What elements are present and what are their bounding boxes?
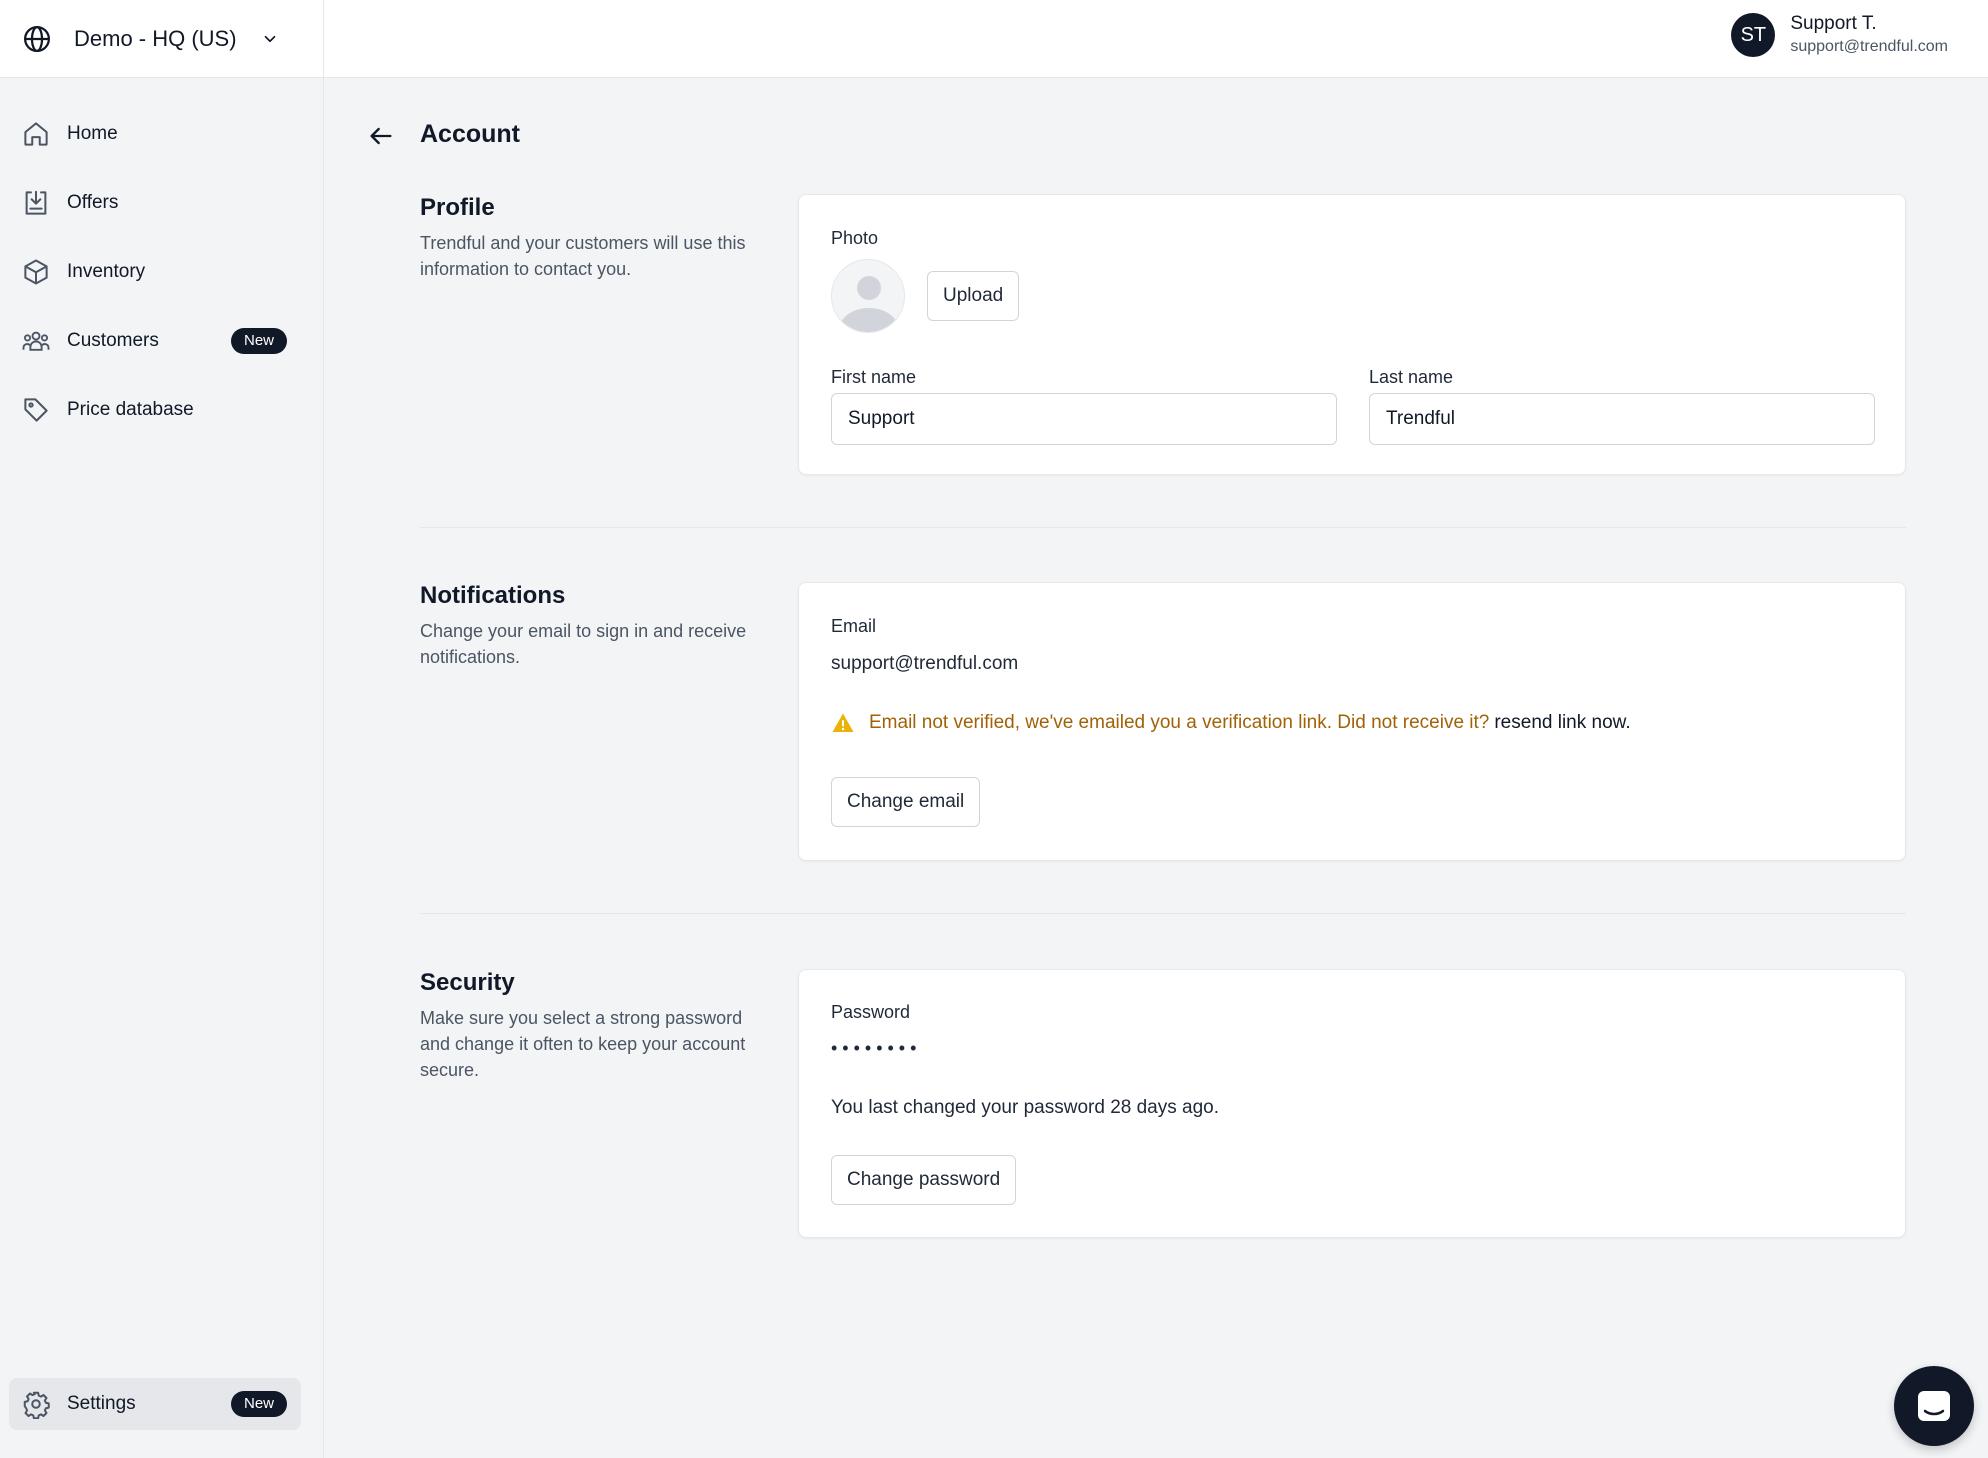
- new-badge: New: [230, 1391, 287, 1417]
- last-name-label: Last name: [1369, 367, 1454, 387]
- users-icon: [22, 331, 50, 351]
- user-menu[interactable]: ST Support T. support@trendful.com: [1731, 12, 1948, 58]
- user-silhouette-icon: [839, 276, 899, 332]
- chat-launcher-button[interactable]: [1894, 1366, 1974, 1446]
- store-switcher[interactable]: Demo - HQ (US): [0, 0, 323, 78]
- chat-icon: [1918, 1391, 1950, 1421]
- sidebar-item-price-database[interactable]: Price database: [9, 384, 301, 436]
- sidebar-item-label: Customers: [67, 330, 159, 351]
- email-label: Email: [831, 616, 877, 636]
- section-title: Notifications: [420, 582, 566, 609]
- section-divider: [420, 913, 1906, 914]
- resend-link[interactable]: resend link now.: [1494, 712, 1630, 734]
- notifications-card: Email support@trendful.com Email not ver…: [798, 582, 1906, 861]
- warning-icon: [832, 713, 854, 732]
- email-unverified-warning: Email not verified, we've emailed you a …: [831, 711, 1631, 735]
- new-badge: New: [230, 328, 287, 354]
- password-mask: ••••••••: [831, 1038, 922, 1058]
- main-content: Account Profile Trendful and your custom…: [324, 78, 1988, 1458]
- sidebar: Demo - HQ (US) Home Offers Inventory Cus…: [0, 0, 324, 1458]
- tag-icon: [24, 398, 48, 422]
- sidebar-item-inventory[interactable]: Inventory: [9, 246, 301, 298]
- security-card: Password •••••••• You last changed your …: [798, 969, 1906, 1238]
- sidebar-item-customers[interactable]: Customers New: [9, 315, 301, 367]
- section-description: Make sure you select a strong password a…: [420, 1008, 746, 1080]
- top-bar: ST Support T. support@trendful.com: [324, 0, 1988, 78]
- store-name: Demo - HQ (US): [74, 25, 237, 51]
- sidebar-item-label: Home: [67, 123, 118, 144]
- notifications-section-header: Notifications Change your email to sign …: [420, 582, 760, 670]
- globe-icon: [24, 25, 50, 52]
- first-name-input[interactable]: [831, 393, 1337, 445]
- user-email: support@trendful.com: [1790, 38, 1948, 55]
- back-arrow-icon[interactable]: [367, 122, 395, 150]
- profile-card: Photo Upload First name Last name: [798, 194, 1906, 475]
- avatar: ST: [1731, 13, 1776, 57]
- user-name: Support T.: [1790, 13, 1877, 34]
- password-label: Password: [831, 1002, 911, 1022]
- gear-icon: [23, 1391, 50, 1419]
- sidebar-item-label: Offers: [67, 192, 119, 213]
- change-email-button[interactable]: Change email: [831, 777, 981, 827]
- photo-label: Photo: [831, 228, 879, 248]
- app-root: Demo - HQ (US) Home Offers Inventory Cus…: [0, 0, 1988, 1458]
- page-title: Account: [420, 120, 520, 148]
- section-title: Security: [420, 969, 515, 996]
- section-description: Trendful and your customers will use thi…: [420, 233, 746, 279]
- home-icon: [24, 122, 48, 146]
- warning-text: Email not verified, we've emailed you a …: [869, 712, 1490, 733]
- sidebar-item-offers[interactable]: Offers: [9, 177, 301, 229]
- offers-icon: [25, 190, 47, 215]
- password-last-changed: You last changed your password 28 days a…: [831, 1097, 1220, 1118]
- sidebar-item-home[interactable]: Home: [9, 108, 301, 160]
- section-title: Profile: [420, 194, 495, 221]
- sidebar-item-label: Settings: [67, 1393, 136, 1414]
- change-password-button[interactable]: Change password: [831, 1155, 1017, 1205]
- sidebar-item-settings[interactable]: Settings New: [9, 1378, 301, 1430]
- profile-section-header: Profile Trendful and your customers will…: [420, 194, 760, 282]
- sidebar-item-label: Inventory: [67, 261, 146, 282]
- user-info: Support T. support@trendful.com: [1790, 12, 1948, 58]
- box-icon: [24, 259, 48, 285]
- security-section-header: Security Make sure you select a strong p…: [420, 969, 760, 1083]
- section-description: Change your email to sign in and receive…: [420, 621, 747, 667]
- last-name-input[interactable]: [1369, 393, 1875, 445]
- first-name-label: First name: [831, 367, 917, 387]
- chevron-down-icon: [264, 35, 275, 42]
- section-divider: [420, 527, 1906, 528]
- email-value: support@trendful.com: [831, 653, 1019, 674]
- upload-photo-button[interactable]: Upload: [927, 271, 1020, 321]
- sidebar-item-label: Price database: [67, 399, 194, 420]
- avatar-placeholder: [831, 259, 905, 333]
